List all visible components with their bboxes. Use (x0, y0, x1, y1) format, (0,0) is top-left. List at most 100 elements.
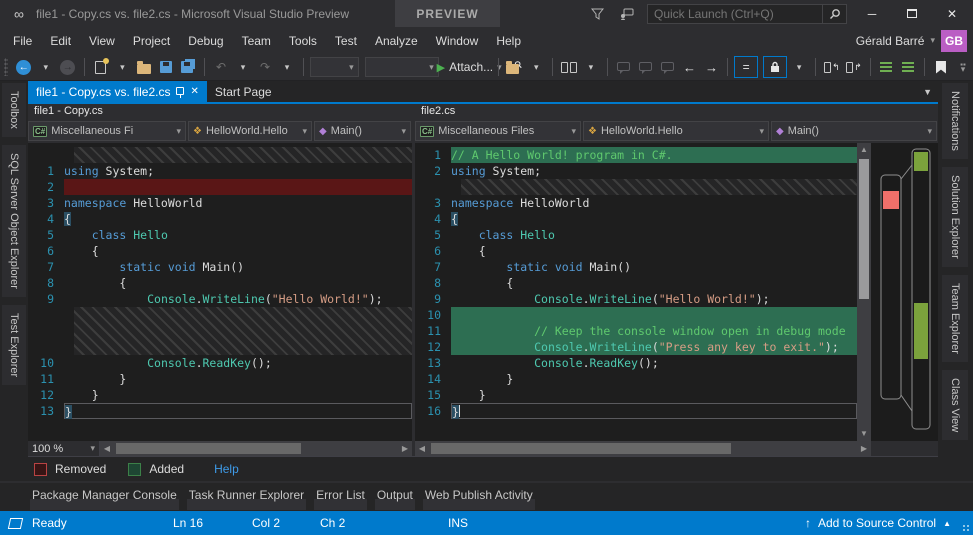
new-file-button[interactable] (90, 56, 110, 78)
redo-dropdown-caret[interactable]: ▾ (277, 56, 297, 78)
type-dropdown[interactable]: ❖ HelloWorld.Hello▾ (188, 121, 312, 141)
menu-view[interactable]: View (80, 30, 124, 52)
tab-start-page[interactable]: Start Page (207, 81, 280, 102)
tab-diff-document[interactable]: file1 - Copy.cs vs. file2.cs ✕ (28, 81, 207, 102)
member-dropdown[interactable]: ◆ Main()▾ (771, 121, 937, 141)
undo-dropdown-caret[interactable]: ▾ (233, 56, 253, 78)
scroll-right-icon[interactable]: ▶ (857, 444, 871, 453)
side-tab-toolbox[interactable]: Toolbox (2, 83, 26, 137)
menu-file[interactable]: File (4, 30, 41, 52)
pin-icon[interactable] (176, 87, 184, 95)
panel-tab-error-list[interactable]: Error List (314, 486, 367, 510)
prev-difference-button[interactable]: ← (679, 56, 699, 78)
scroll-left-icon[interactable]: ◀ (415, 444, 429, 453)
synchronize-views-toggle[interactable] (763, 56, 787, 78)
menu-window[interactable]: Window (427, 30, 488, 52)
attach-button[interactable]: ▶ Attach... ▾ (447, 56, 492, 78)
send-feedback-icon[interactable] (617, 5, 637, 23)
toolbar-overflow-button[interactable]: ▪▪▾ (953, 56, 973, 78)
menu-test[interactable]: Test (326, 30, 366, 52)
menu-team[interactable]: Team (233, 30, 280, 52)
document-well-overflow-caret[interactable]: ▼ (923, 87, 932, 97)
save-all-button[interactable] (178, 56, 198, 78)
resize-grip[interactable] (962, 524, 970, 532)
project-dropdown[interactable]: C# Miscellaneous Fi▾ (28, 121, 186, 141)
quick-launch-box[interactable] (647, 4, 847, 24)
navigate-back-button[interactable]: ← (14, 56, 34, 78)
decrease-indent-button[interactable]: ↰ (822, 56, 842, 78)
side-tab-notifications[interactable]: Notifications (942, 83, 968, 159)
right-code-editor[interactable]: 1// A Hello World! program in C#.2using … (415, 143, 857, 441)
zoom-level-select[interactable]: 100 %▾ (28, 441, 100, 456)
compare-documents-button[interactable] (559, 56, 579, 78)
navigate-forward-button[interactable]: → (58, 56, 78, 78)
line-number: 2 (415, 163, 451, 179)
undo-button[interactable]: ↶ (211, 56, 231, 78)
menu-help[interactable]: Help (487, 30, 530, 52)
redo-button[interactable]: ↷ (255, 56, 275, 78)
project-dropdown[interactable]: C# Miscellaneous Files▾ (415, 121, 581, 141)
side-tab-class-view[interactable]: Class View (942, 370, 968, 440)
panel-tab-output[interactable]: Output (375, 486, 415, 510)
comment-selection-button[interactable] (876, 56, 896, 78)
menu-tools[interactable]: Tools (280, 30, 326, 52)
menu-analyze[interactable]: Analyze (366, 30, 427, 52)
side-tab-sql-server-object-explorer[interactable]: SQL Server Object Explorer (2, 145, 26, 297)
toolbar-drag-handle[interactable] (4, 58, 8, 76)
scrollbar-thumb[interactable] (116, 443, 301, 454)
help-link[interactable]: Help (214, 462, 239, 476)
bookmark-button[interactable] (931, 56, 951, 78)
platform-combobox[interactable]: ▾ (365, 57, 439, 77)
scroll-down-icon[interactable]: ▼ (860, 427, 868, 441)
scroll-right-icon[interactable]: ▶ (398, 444, 412, 453)
search-icon[interactable] (822, 5, 846, 23)
side-tab-solution-explorer[interactable]: Solution Explorer (942, 167, 968, 267)
type-dropdown[interactable]: ❖ HelloWorld.Hello▾ (583, 121, 769, 141)
uncomment-selection-button[interactable] (898, 56, 918, 78)
next-difference-button[interactable]: → (701, 56, 721, 78)
left-horizontal-scrollbar[interactable]: ◀ ▶ (100, 441, 412, 456)
new-file-dropdown-caret[interactable]: ▾ (112, 56, 132, 78)
scrollbar-thumb[interactable] (431, 443, 731, 454)
user-menu-caret-icon[interactable]: ▾ (930, 35, 935, 46)
increase-indent-button[interactable]: ↱ (844, 56, 864, 78)
right-vertical-scrollbar[interactable]: ▲ ▼ (857, 143, 871, 441)
close-button[interactable]: ✕ (937, 3, 967, 25)
panel-tab-task-runner-explorer[interactable]: Task Runner Explorer (187, 486, 306, 510)
scrollbar-thumb[interactable] (859, 159, 869, 299)
scroll-left-icon[interactable]: ◀ (100, 444, 114, 453)
scroll-up-icon[interactable]: ▲ (860, 143, 868, 157)
menu-edit[interactable]: Edit (41, 30, 80, 52)
feedback-filter-icon[interactable] (587, 5, 607, 23)
next-comment-button[interactable] (657, 56, 677, 78)
ignore-whitespace-toggle[interactable]: = (734, 56, 758, 78)
prev-comment-button[interactable] (635, 56, 655, 78)
code-line: 6 { (415, 243, 857, 259)
add-comment-button[interactable] (613, 56, 633, 78)
quick-launch-input[interactable] (648, 7, 822, 21)
maximize-button[interactable] (897, 3, 927, 25)
find-in-files-button[interactable] (504, 56, 524, 78)
user-name[interactable]: Gérald Barré (856, 34, 925, 48)
add-to-source-control-button[interactable]: ↑ Add to Source Control ▲ (805, 516, 973, 530)
tab-close-icon[interactable]: ✕ (190, 86, 198, 97)
diff-overview-map[interactable] (871, 143, 938, 441)
minimize-button[interactable]: ─ (857, 3, 887, 25)
configuration-combobox[interactable]: ▾ (310, 57, 359, 77)
side-tab-team-explorer[interactable]: Team Explorer (942, 275, 968, 362)
find-dropdown-caret[interactable]: ▾ (526, 56, 546, 78)
right-horizontal-scrollbar[interactable]: ◀ ▶ (415, 441, 871, 456)
panel-tab-package-manager-console[interactable]: Package Manager Console (30, 486, 179, 510)
back-dropdown-caret[interactable]: ▾ (36, 56, 56, 78)
panel-tab-web-publish-activity[interactable]: Web Publish Activity (423, 486, 535, 510)
member-dropdown[interactable]: ◆ Main()▾ (314, 121, 411, 141)
diff-options-caret[interactable]: ▾ (789, 56, 809, 78)
open-file-button[interactable] (134, 56, 154, 78)
user-avatar[interactable]: GB (941, 30, 967, 52)
left-code-editor[interactable]: 1using System;23namespace HelloWorld4{5 … (28, 143, 412, 441)
menu-debug[interactable]: Debug (179, 30, 232, 52)
menu-project[interactable]: Project (124, 30, 179, 52)
compare-dropdown-caret[interactable]: ▾ (581, 56, 601, 78)
save-button[interactable] (156, 56, 176, 78)
side-tab-test-explorer[interactable]: Test Explorer (2, 305, 26, 385)
